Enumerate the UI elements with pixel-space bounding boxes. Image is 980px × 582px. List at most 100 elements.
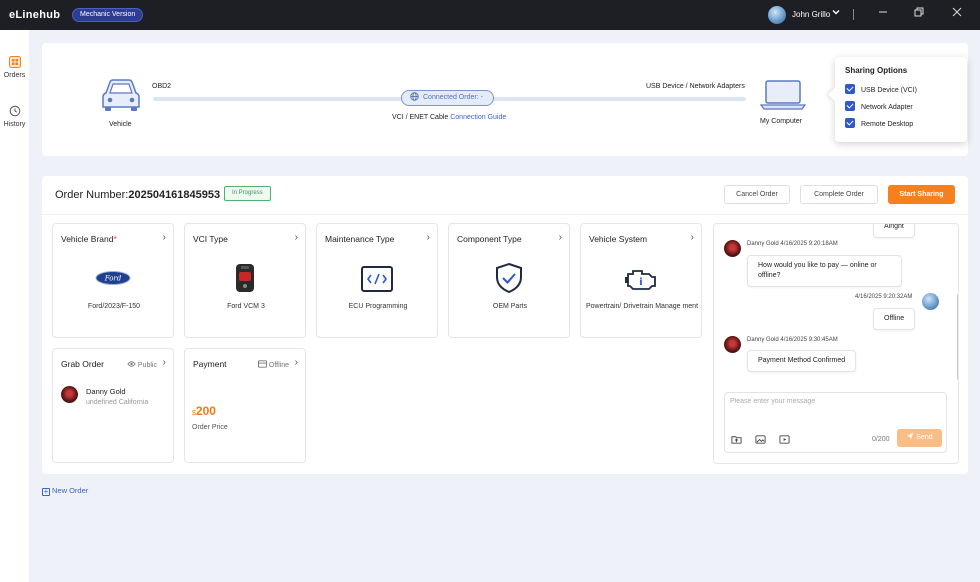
chevron-right-icon[interactable]: › [691,232,694,243]
sharing-option-remote[interactable]: Remote Desktop [845,118,913,128]
my-computer-label: My Computer [760,118,803,125]
card-title: Grab Order [61,359,104,369]
chevron-right-icon[interactable]: › [295,357,298,368]
chat-message-input[interactable] [730,398,930,405]
restore-icon[interactable] [911,7,927,23]
history-icon [9,105,20,117]
card-title: Payment [193,359,227,369]
card-value: ECU Programming [348,303,408,310]
offline-tag-label: Offline [268,362,289,369]
chevron-right-icon[interactable]: › [295,232,298,243]
vehicle-label: Vehicle [109,121,132,128]
sharing-option-label: Remote Desktop [861,121,914,128]
public-tag: Public [127,360,157,369]
card-value: Powertrain/ Drivetrain Manage ment [585,303,699,310]
card-title: Component Type [457,234,522,244]
start-sharing-button[interactable]: Start Sharing [888,185,955,204]
char-count: 0/200 [872,436,890,443]
new-order-link[interactable]: + New Order [42,486,88,496]
folder-upload-icon[interactable] [731,434,742,445]
svg-text:i: i [639,277,642,288]
app-logo: eLinehub [9,9,61,21]
cancel-order-button[interactable]: Cancel Order [724,185,790,204]
card-title: VCI Type [193,234,228,244]
vci-type-card[interactable]: VCI Type › Ford VCM 3 [184,223,306,338]
plus-icon: + [42,487,50,496]
vci-label: VCI / ENET Cable [392,114,449,121]
maintenance-type-card[interactable]: Maintenance Type › ECU Programming [316,223,438,338]
complete-order-button[interactable]: Complete Order [800,185,878,204]
laptop-icon [759,79,807,113]
checkbox-checked-icon[interactable] [845,118,855,128]
version-badge: Mechanic Version [72,8,144,22]
chat-message-bubble: Offline [873,308,916,330]
nav-label-orders: Orders [3,72,26,79]
user-avatar[interactable] [768,6,786,24]
card-title: Vehicle Brand* [61,234,117,244]
chevron-right-icon[interactable]: › [427,232,430,243]
send-icon [907,432,914,440]
avatar [61,386,78,403]
nav-item-orders[interactable]: Orders [0,56,29,79]
card-value: Ford/2023/F-150 [87,303,141,310]
chevron-right-icon[interactable]: › [163,357,166,368]
obd-label: OBD2 [152,83,172,90]
public-tag-label: Public [137,362,157,369]
sharing-option-network[interactable]: Network Adapter [845,101,913,111]
order-panel: Order Number:202504161845953 In Progress… [42,176,968,474]
user-name[interactable]: John Grillo [792,10,830,19]
chat-scrollbar[interactable] [957,294,958,380]
minimize-icon[interactable] [875,7,891,23]
chevron-right-icon[interactable]: › [559,232,562,243]
order-number-label: Order Number: [55,189,129,201]
nav-label-history: History [3,121,26,128]
component-type-card[interactable]: Component Type › OEM Parts [448,223,570,338]
sharing-option-usb[interactable]: USB Device (VCI) [845,84,917,94]
mechanic-location: undefined California [86,399,149,406]
chat-message-bubble: Payment Method Confirmed [747,350,857,372]
checkbox-checked-icon[interactable] [845,84,855,94]
close-icon[interactable] [949,7,965,23]
card-title: Vehicle System [589,234,648,244]
vehicle-system-card[interactable]: Vehicle System › i Powertrain/ Drivetrai… [580,223,702,338]
chevron-right-icon[interactable]: › [163,232,166,243]
chevron-down-icon[interactable] [832,8,840,18]
engine-icon: i [622,264,660,300]
globe-icon [410,92,419,107]
status-badge: In Progress [224,186,271,201]
send-button[interactable]: Send [897,429,942,447]
avatar [724,336,741,353]
sharing-option-label: Network Adapter [861,104,913,111]
payment-card[interactable]: Payment Offline › $200 Order Price [184,348,306,463]
shield-check-icon [490,262,528,298]
code-icon [358,264,396,300]
card-value: Ford VCM 3 [227,303,265,310]
checkbox-checked-icon[interactable] [845,101,855,111]
chat-message-meta: Danny Gold 4/16/2025 9:20:18AM [747,241,838,247]
card-title: Maintenance Type [325,234,395,244]
connection-status-text: Connected Order: - [423,94,483,101]
title-bar: eLinehub Mechanic Version John Grillo [0,0,980,30]
car-icon [100,77,142,115]
card-value: OEM Parts [492,303,528,310]
order-number-value: 202504161845953 [128,189,221,201]
visibility-icon [127,361,136,367]
sharing-option-label: USB Device (VCI) [861,87,918,94]
offline-tag: Offline [257,360,289,369]
vehicle-brand-card[interactable]: Vehicle Brand* › Ford Ford/2023/F-150 [52,223,174,338]
order-price-label: Order Price [192,424,228,431]
ford-logo-icon: Ford [94,270,132,306]
nav-item-history[interactable]: History [0,105,29,128]
grab-order-card[interactable]: Grab Order Public › Danny Gold undefined… [52,348,174,463]
chat-message-bubble: Alright [873,224,915,238]
sharing-options-popover: Sharing Options USB Device (VCI) Network… [835,57,967,142]
card-payment-icon [257,360,267,368]
usb-devices-label: USB Device / Network Adapters [646,83,745,90]
send-button-label: Send [916,434,933,441]
header-divider [42,214,968,215]
image-icon[interactable] [755,434,766,445]
title-separator [853,9,854,20]
video-icon[interactable] [779,434,790,445]
connection-guide-link[interactable]: Connection Guide [450,114,506,121]
new-order-label: New Order [52,486,89,495]
